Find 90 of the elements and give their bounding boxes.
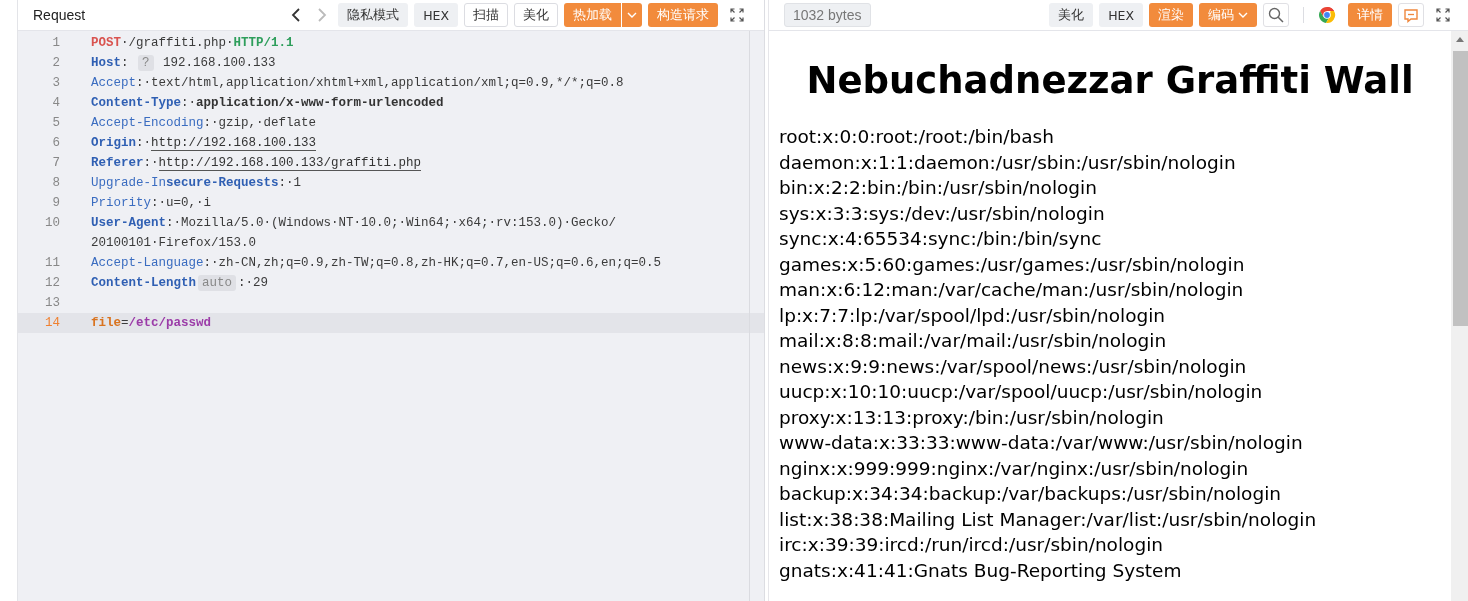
line-number: 12 — [44, 275, 60, 292]
code-text: :·text/html,application/xhtml+xml,application/xml;q=0.9,*/*;q=0.8 — [136, 76, 624, 90]
hint-badge: auto — [198, 275, 237, 291]
header-name: Accept — [91, 76, 136, 90]
http-method: POST — [91, 36, 121, 50]
text-line: backup:x:34:34:backup:/var/backups:/usr/sbin/nologin — [779, 482, 1283, 506]
text-line: uucp:x:10:10:uucp:/var/spool/uucp:/usr/sbin/nologin — [779, 380, 1264, 404]
line-number: 6 — [51, 135, 60, 152]
param-name: file — [91, 316, 121, 330]
text-line: news:x:9:9:news:/var/spool/news:/usr/sbin/nologin — [779, 354, 1248, 379]
text-line: sync:x:4:65534:sync:/bin:/bin/sync — [779, 227, 1103, 251]
text-line: lp:x:7:7:lp:/var/spool/lpd:/usr/sbin/nologin — [779, 303, 1167, 328]
chevron-left-icon — [291, 8, 302, 22]
header-name: secure-Requests — [166, 176, 279, 190]
caret-icon — [1238, 12, 1248, 18]
line-number: 3 — [51, 75, 60, 92]
chevron-right-icon — [317, 8, 328, 22]
line-number: 10 — [44, 215, 60, 232]
comment-icon — [1403, 7, 1419, 23]
header-name: Origin — [91, 136, 136, 150]
code-text: :·29 — [238, 276, 269, 290]
text-line: proxy:x:13:13:proxy:/bin:/usr/sbin/nologin — [779, 405, 1165, 430]
text-line: www-data:x:33:33:www-data:/var/www:/usr/sbin/nologin — [779, 431, 1304, 455]
text-line: daemon:x:1:1:daemon:/usr/sbin:/usr/sbin/nologin — [779, 150, 1237, 175]
code-text: = — [121, 316, 129, 330]
line-number: 2 — [51, 55, 60, 72]
code-text: 192.168.100.133 — [162, 56, 276, 70]
code-text: :·u=0,·i — [151, 196, 212, 210]
header-name: Content-Length — [91, 276, 197, 290]
header-value: application/x-www-form-urlencoded — [196, 96, 444, 110]
comment-button[interactable] — [1398, 3, 1424, 27]
toolbar-button[interactable]: 美化 — [1049, 3, 1094, 27]
text-line: irc:x:39:39:ircd:/run/ircd:/usr/sbin/nologin — [779, 533, 1164, 557]
toolbar-button[interactable]: HEX — [1099, 3, 1143, 27]
line-number: 1 — [51, 35, 60, 52]
code-text: 20100101·Firefox/153.0 — [91, 236, 257, 250]
text-line: nginx:x:999:999:nginx:/var/nginx:/usr/sbin/nologin — [779, 456, 1250, 481]
line-number: 14 — [44, 315, 60, 332]
param-value: /etc/passwd — [128, 316, 212, 330]
header-name: Referer — [91, 156, 144, 170]
panel-title: Request — [33, 7, 86, 23]
header-name: Accept-Encoding — [91, 116, 204, 130]
toolbar-button[interactable]: HEX — [414, 3, 458, 27]
text-line: games:x:5:60:games:/usr/games:/usr/sbin/nologin — [779, 252, 1246, 277]
page-heading: Nebuchadnezzar Graffiti Wall — [805, 59, 1415, 102]
code-text: :·1 — [278, 176, 302, 190]
text-line: man:x:6:12:man:/var/cache/man:/usr/sbin/nologin — [779, 278, 1245, 302]
url-link[interactable]: http://192.168.100.133 — [151, 136, 317, 151]
toolbar-button[interactable]: 隐私模式 — [338, 3, 409, 27]
fullscreen-icon — [1436, 8, 1450, 22]
line-number: 11 — [44, 255, 60, 272]
text-line: mail:x:8:8:mail:/var/mail:/usr/sbin/nologin — [779, 329, 1168, 353]
header-name: User-Agent — [91, 216, 166, 230]
url-link[interactable]: http://192.168.100.133/graffiti.php — [158, 156, 422, 171]
fullscreen-icon — [730, 8, 744, 22]
code-text: :· — [143, 156, 159, 170]
browser-icon[interactable] — [1318, 6, 1336, 24]
header-name: Host — [91, 56, 121, 70]
caret-icon — [627, 12, 637, 18]
code-text: :· — [181, 96, 197, 110]
scrollbar[interactable] — [1451, 31, 1468, 601]
hint-badge: ? — [138, 55, 154, 71]
code-text: ·/graffiti.php· — [121, 36, 234, 50]
code-text: :· — [136, 136, 152, 150]
search-button[interactable] — [1263, 3, 1289, 27]
header-name: Accept-Language — [91, 256, 204, 270]
size-badge: 1032 bytes — [784, 3, 871, 27]
line-number: 7 — [51, 155, 60, 172]
code-text: :·Mozilla/5.0·(Windows·NT·10.0;·Win64;·x64;·rv:153.0)·Gecko/ — [166, 216, 617, 230]
line-number: 9 — [51, 195, 60, 212]
scroll-up-icon[interactable] — [1454, 35, 1465, 43]
code-text: : — [121, 56, 130, 70]
line-number: 4 — [51, 95, 60, 112]
code-text: :·zh-CN,zh;q=0.9,zh-TW;q=0.8,zh-HK;q=0.7,en-US;q=0.6,en;q=0.5 — [203, 256, 662, 270]
header-name: Priority — [91, 196, 151, 210]
text-line: gnats:x:41:41:Gnats Bug-Reporting System — [779, 558, 1183, 583]
code-text: :·gzip,·deflate — [203, 116, 317, 130]
line-number: 13 — [44, 295, 60, 312]
header-name: Content-Type — [91, 96, 181, 110]
line-number: 8 — [51, 175, 60, 192]
search-icon — [1268, 7, 1284, 23]
text-line: sys:x:3:3:sys:/dev:/usr/sbin/nologin — [779, 201, 1106, 226]
toolbar-button[interactable]: 扫描 — [464, 3, 508, 27]
text-line: root:x:0:0:root:/root:/bin/bash — [779, 125, 1055, 149]
text-line: bin:x:2:2:bin:/bin:/usr/sbin/nologin — [779, 176, 1098, 200]
text-line: list:x:38:38:Mailing List Manager:/var/list:/usr/sbin/nologin — [779, 507, 1318, 532]
header-name: Upgrade-In — [91, 176, 166, 190]
http-version: HTTP/1.1 — [233, 36, 294, 50]
toolbar-button[interactable]: 美化 — [514, 3, 558, 27]
line-number: 5 — [51, 115, 60, 132]
